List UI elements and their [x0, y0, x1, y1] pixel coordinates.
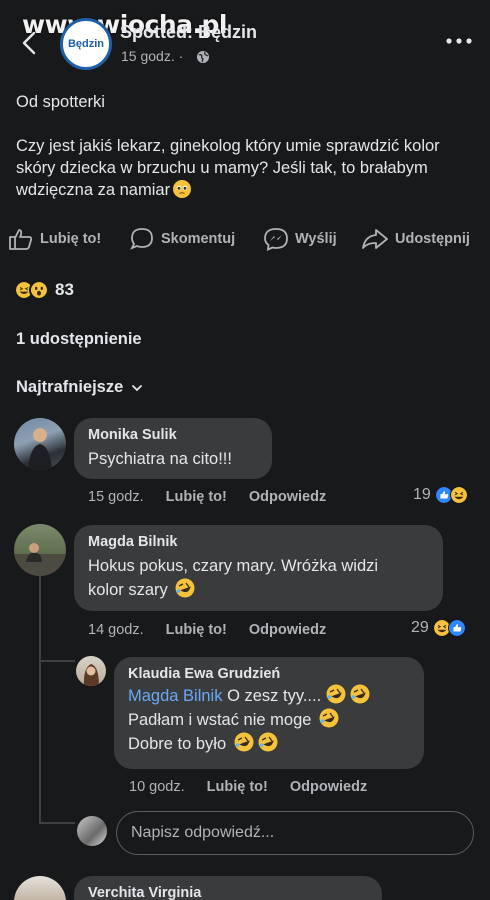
- messenger-icon: [264, 228, 288, 251]
- reply-text-line: Dobre to było: [128, 735, 227, 753]
- rofl-emoji-icon: [350, 684, 370, 704]
- comment-author[interactable]: Verchita Virginia: [88, 885, 368, 900]
- rofl-emoji-icon: [175, 578, 195, 598]
- reply-input-placeholder: Napisz odpowiedź...: [131, 824, 275, 841]
- reply-input[interactable]: Napisz odpowiedź...: [116, 811, 474, 855]
- rofl-emoji-icon: [326, 684, 346, 704]
- comment-reply-button[interactable]: Odpowiedz: [249, 622, 326, 638]
- post-action-bar: Lubię to! Skomentuj Wyślij Udostępnij: [8, 224, 488, 254]
- commenter-avatar[interactable]: [14, 524, 66, 576]
- like-label: Lubię to!: [40, 231, 102, 247]
- post-body: Czy jest jakiś lekarz, ginekolog który u…: [16, 135, 476, 201]
- reply-like-button[interactable]: Lubię to!: [207, 779, 268, 795]
- comment-reactions[interactable]: 19: [413, 484, 468, 506]
- reply-text-line: Padłam i wstać nie moge: [128, 711, 312, 729]
- reply-author[interactable]: Klaudia Ewa Grudzień: [128, 666, 410, 682]
- comment-reaction-count: 29: [411, 619, 429, 636]
- rofl-emoji-icon: [234, 732, 254, 752]
- comment-label: Skomentuj: [161, 231, 236, 247]
- rofl-emoji-icon: [258, 732, 278, 752]
- comment-meta: 14 godz. Lubię to! Odpowiedz: [88, 620, 326, 640]
- comment-reply-button[interactable]: Odpowiedz: [249, 489, 326, 505]
- thread-connector-branch: [39, 660, 75, 662]
- more-options-icon[interactable]: [445, 36, 473, 46]
- commenter-avatar[interactable]: [14, 876, 66, 900]
- share-button[interactable]: Udostępnij: [361, 224, 470, 254]
- share-arrow-icon: [362, 229, 388, 249]
- comment-text: Hokus pokus, czary mary. Wróżka widzi ko…: [88, 554, 429, 602]
- thumbs-up-icon: [9, 229, 33, 250]
- like-button[interactable]: Lubię to!: [8, 224, 101, 254]
- reply-text-line: O zesz tyy....: [227, 687, 322, 705]
- send-button[interactable]: Wyślij: [263, 224, 337, 254]
- mention-link[interactable]: Magda Bilnik: [128, 687, 222, 705]
- comment-text: Psychiatra na cito!!!: [88, 450, 232, 468]
- comment-time: 15 godz.: [88, 489, 144, 505]
- reply-meta: 10 godz. Lubię to! Odpowiedz: [129, 777, 367, 797]
- commenter-avatar[interactable]: [14, 418, 66, 470]
- post-reactions[interactable]: 83: [14, 278, 74, 302]
- comment-like-button[interactable]: Lubię to!: [166, 489, 227, 505]
- replier-avatar[interactable]: [76, 656, 106, 686]
- shares-count[interactable]: 1 udostępnienie: [16, 330, 142, 349]
- comment-reaction-count: 19: [413, 486, 431, 503]
- page-name[interactable]: Spotted: Będzin: [120, 22, 257, 43]
- comment-reactions[interactable]: 29: [411, 617, 466, 639]
- comment-text-line: Hokus pokus, czary mary. Wróżka widzi: [88, 557, 379, 575]
- reply-bubble: Klaudia Ewa Grudzień Magda Bilnik O zesz…: [114, 657, 424, 769]
- pleading-face-emoji-icon: [173, 180, 192, 198]
- comment-like-button[interactable]: Lubię to!: [166, 622, 227, 638]
- back-arrow-icon[interactable]: [18, 30, 42, 56]
- comment-time: 14 godz.: [88, 622, 144, 638]
- current-user-avatar: [77, 816, 107, 846]
- rofl-emoji-icon: [319, 708, 339, 728]
- post-intro: Od spotterki: [16, 93, 105, 111]
- thread-connector-branch: [39, 822, 75, 824]
- globe-icon: [197, 51, 209, 63]
- post-body-text: Czy jest jakiś lekarz, ginekolog który u…: [16, 137, 440, 199]
- reply-text: Magda Bilnik O zesz tyy.... Padłam i wst…: [128, 684, 410, 756]
- wow-reaction-icon: [29, 280, 49, 300]
- haha-reaction-icon: [449, 486, 468, 504]
- post-time: 15 godz. ·: [121, 48, 184, 64]
- comment-sort-dropdown[interactable]: Najtrafniejsze: [16, 378, 143, 397]
- reply-time: 10 godz.: [129, 779, 185, 795]
- comment-bubble-icon: [130, 228, 153, 250]
- like-reaction-icon: [447, 619, 466, 637]
- comment-bubble: Verchita Virginia: [74, 876, 382, 900]
- comment-author[interactable]: Magda Bilnik: [88, 534, 429, 550]
- reaction-count: 83: [55, 280, 74, 299]
- comment-text-line: kolor szary: [88, 581, 168, 599]
- send-label: Wyślij: [295, 231, 337, 247]
- comment-meta: 15 godz. Lubię to! Odpowiedz: [88, 487, 326, 507]
- share-label: Udostępnij: [395, 231, 470, 247]
- chevron-down-icon: [132, 384, 143, 391]
- comment-button[interactable]: Skomentuj: [129, 224, 235, 254]
- thread-connector: [39, 574, 41, 824]
- comment-bubble: Monika Sulik Psychiatra na cito!!!: [74, 418, 272, 479]
- comment-bubble: Magda Bilnik Hokus pokus, czary mary. Wr…: [74, 525, 443, 611]
- page-avatar[interactable]: Będzin: [60, 18, 112, 70]
- reply-reply-button[interactable]: Odpowiedz: [290, 779, 367, 795]
- page-logo-text: Będzin: [67, 38, 105, 50]
- comment-author[interactable]: Monika Sulik: [88, 427, 258, 443]
- sort-label: Najtrafniejsze: [16, 378, 124, 396]
